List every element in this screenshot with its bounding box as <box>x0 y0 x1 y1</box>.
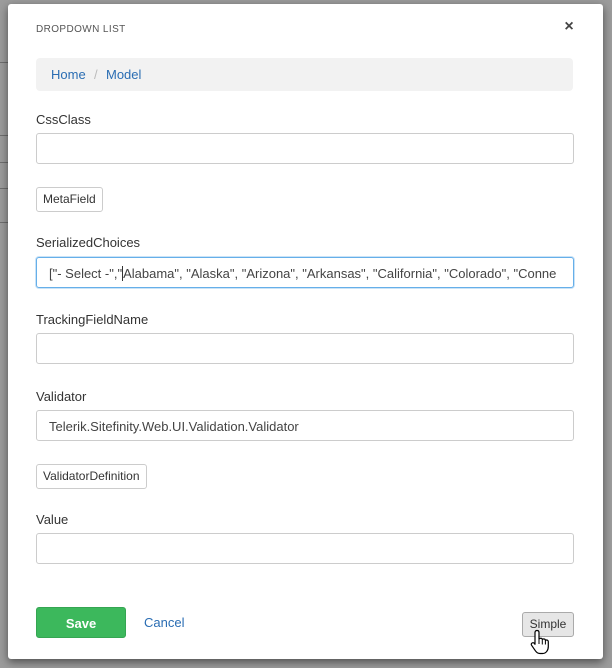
value-input[interactable] <box>36 533 574 564</box>
meta-field-button[interactable]: MetaField <box>36 187 103 212</box>
dropdown-list-dialog: DROPDOWN LIST × Home / Model CssClass Me… <box>8 4 603 659</box>
save-button[interactable]: Save <box>36 607 126 638</box>
cancel-link[interactable]: Cancel <box>144 615 184 630</box>
dialog-title: DROPDOWN LIST <box>36 24 126 35</box>
serialized-choices-label: SerializedChoices <box>36 235 141 250</box>
breadcrumb-separator: / <box>94 67 98 82</box>
tracking-field-name-label: TrackingFieldName <box>36 312 149 327</box>
close-icon[interactable]: × <box>561 18 577 36</box>
css-class-label: CssClass <box>36 112 91 127</box>
tracking-field-name-input[interactable] <box>36 333 574 364</box>
serialized-choices-text-before-caret: ["- Select -"," <box>49 266 123 281</box>
breadcrumb-model-link[interactable]: Model <box>106 58 141 91</box>
hand-pointer-icon <box>530 629 549 655</box>
validator-label: Validator <box>36 389 87 404</box>
validator-definition-button[interactable]: ValidatorDefinition <box>36 464 147 489</box>
breadcrumb-home-link[interactable]: Home <box>51 58 86 91</box>
serialized-choices-input[interactable]: ["- Select -","Alabama", "Alaska", "Ariz… <box>36 257 574 288</box>
breadcrumb: Home / Model <box>36 58 573 91</box>
css-class-input[interactable] <box>36 133 574 164</box>
validator-input[interactable]: Telerik.Sitefinity.Web.UI.Validation.Val… <box>36 410 574 441</box>
value-label: Value <box>36 512 69 527</box>
serialized-choices-text-after-caret: Alabama", "Alaska", "Arizona", "Arkansas… <box>123 266 557 281</box>
